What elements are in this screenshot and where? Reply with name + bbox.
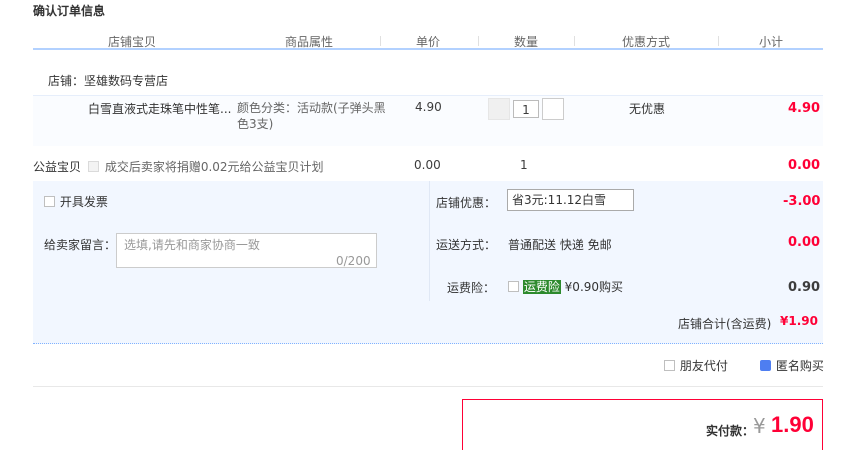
friend-pay-label: 朋友代付	[679, 359, 728, 373]
message-char-count: 0/200	[336, 254, 371, 268]
quantity-increase-button[interactable]	[542, 98, 564, 120]
shop-coupon-select[interactable]: 省3元:11.12白雪	[507, 189, 634, 211]
item-subtotal: 4.90	[788, 101, 821, 116]
shop-total-amount: ¥1.90	[780, 314, 818, 328]
payment-amount: 1.90	[771, 412, 814, 437]
anonymous-purchase-checkbox[interactable]	[760, 360, 771, 371]
freight-insurance-option[interactable]: 运费险 ¥0.90购买	[508, 278, 623, 295]
item-discount-method: 无优惠	[629, 102, 666, 116]
shop-label: 店铺：	[48, 74, 85, 88]
friend-pay-checkbox[interactable]	[664, 360, 675, 371]
anonymous-purchase-label: 匿名购买	[775, 359, 824, 373]
header-divider	[574, 36, 575, 46]
friend-pay-option[interactable]: 朋友代付	[664, 357, 728, 374]
item-unit-price: 4.90	[415, 100, 442, 114]
charity-quantity: 1	[520, 158, 528, 172]
item-attributes: 颜色分类：活动款(子弹头黑色3支)	[237, 101, 386, 131]
column-header-subtotal: 小计	[759, 35, 784, 49]
freight-insurance-amount: 0.90	[788, 280, 821, 295]
charity-text: 成交后卖家将捐赠0.02元给公益宝贝计划	[104, 160, 324, 174]
header-divider	[478, 36, 479, 46]
freight-insurance-price: ¥0.90购买	[564, 280, 624, 294]
shop-coupon-label: 店铺优惠：	[436, 196, 497, 210]
column-header-discount: 优惠方式	[622, 35, 671, 49]
charity-price: 0.00	[414, 158, 441, 172]
quantity-decrease-button[interactable]	[488, 98, 510, 120]
message-label: 给卖家留言：	[44, 238, 117, 252]
shop-name-link[interactable]: 坚雄数码专营店	[84, 74, 168, 88]
shop-total-label: 店铺合计(含运费)	[678, 317, 772, 331]
page-title: 确认订单信息	[33, 4, 106, 18]
invoice-option[interactable]: 开具发票	[44, 193, 108, 210]
payment-label: 实付款：	[706, 424, 755, 438]
message-placeholder: 选填,请先和商家协商一致	[124, 238, 260, 252]
charity-checkbox[interactable]	[88, 161, 99, 172]
payment-summary-box	[462, 399, 823, 450]
item-name-link[interactable]: 白雪直液式走珠笔中性笔...	[88, 100, 231, 117]
header-divider	[718, 36, 719, 46]
shop-name-row: 店铺：坚雄数码专营店	[48, 72, 168, 89]
freight-insurance-tag: 运费险	[522, 280, 561, 294]
shop-coupon-amount: -3.00	[783, 194, 821, 209]
shipping-label: 运送方式：	[436, 238, 497, 252]
shipping-method: 普通配送 快递 免邮	[508, 238, 612, 252]
charity-label: 公益宝贝	[33, 160, 82, 174]
divider	[33, 386, 823, 387]
charity-checkbox-group: 成交后卖家将捐赠0.02元给公益宝贝计划	[88, 158, 324, 175]
invoice-checkbox[interactable]	[44, 196, 55, 207]
payment-currency: ¥	[753, 414, 766, 438]
column-header-quantity: 数量	[514, 35, 539, 49]
shipping-amount: 0.00	[788, 235, 821, 250]
header-divider	[380, 36, 381, 46]
invoice-label: 开具发票	[59, 195, 108, 209]
column-header-attributes: 商品属性	[285, 35, 334, 49]
anonymous-purchase-option[interactable]: 匿名购买	[760, 357, 824, 374]
freight-insurance-checkbox[interactable]	[508, 281, 519, 292]
table-header: 店铺宝贝 商品属性 单价 数量 优惠方式 小计	[33, 30, 823, 50]
charity-subtotal: 0.00	[788, 158, 821, 173]
options-divider	[429, 181, 430, 301]
quantity-input[interactable]: 1	[513, 100, 539, 118]
freight-insurance-label: 运费险：	[447, 281, 496, 295]
column-header-unit-price: 单价	[416, 35, 441, 49]
column-header-item: 店铺宝贝	[108, 35, 157, 49]
